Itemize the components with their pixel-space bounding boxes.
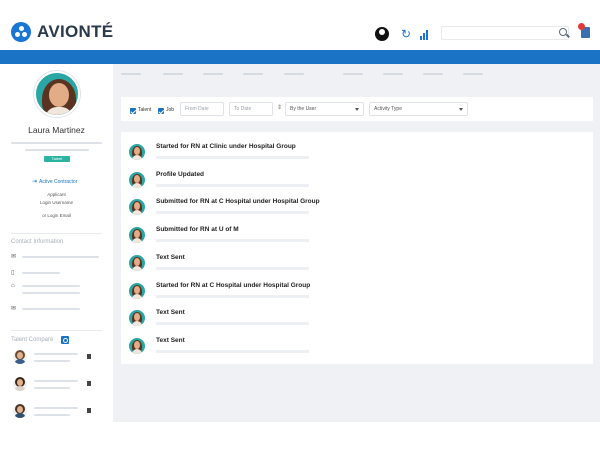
activity-title[interactable]: Submitted for RN at U of M: [156, 226, 239, 233]
page-footer: [113, 422, 600, 450]
compare-detail-placeholder: [34, 360, 70, 362]
job-checkbox[interactable]: [158, 108, 164, 114]
activity-title[interactable]: Text Sent: [156, 337, 185, 344]
document-icon[interactable]: [87, 381, 91, 386]
contact-value-placeholder: [22, 272, 60, 274]
compare-name-placeholder: [34, 407, 78, 409]
search-icon[interactable]: [559, 28, 567, 36]
applicant-label: Applicant: [47, 192, 66, 197]
activity-title[interactable]: Profile Updated: [156, 171, 204, 178]
contact-value-placeholder: [22, 292, 80, 294]
compare-name-placeholder: [34, 380, 78, 382]
tab-placeholder[interactable]: [383, 73, 403, 75]
contact-value-placeholder: [22, 256, 99, 258]
divider: [11, 330, 102, 331]
activity-avatar: [129, 338, 145, 354]
activity-detail-placeholder: [156, 322, 309, 325]
tab-placeholder[interactable]: [243, 73, 263, 75]
talent-badge: Talent: [44, 156, 70, 162]
compare-name-placeholder: [34, 353, 78, 355]
compare-avatar[interactable]: [13, 350, 27, 364]
compare-avatar[interactable]: [13, 377, 27, 391]
login-icon: ⇥: [32, 179, 38, 185]
stats-icon[interactable]: [420, 29, 434, 40]
to-date-placeholder: To Date: [234, 106, 252, 112]
compare-avatar[interactable]: [13, 404, 27, 418]
tab-placeholder[interactable]: [163, 73, 183, 75]
job-checkbox-label: Job: [166, 107, 175, 113]
brand-name: AVIONTÉ: [37, 22, 114, 41]
compare-detail-placeholder: [34, 414, 70, 416]
activity-detail-placeholder: [156, 156, 309, 159]
nav-bar: [0, 50, 600, 64]
activity-avatar: [129, 227, 145, 243]
activity-detail-placeholder: [156, 239, 309, 242]
active-contractor-status[interactable]: ⇥ Active Contractor: [32, 179, 77, 185]
activity-avatar: [129, 199, 145, 215]
activity-avatar: [129, 144, 145, 160]
activity-title[interactable]: Started for RN at C Hospital under Hospi…: [156, 282, 310, 289]
user-select-value: By the User: [290, 106, 317, 112]
profile-avatar: [34, 71, 80, 117]
notification-badge: [578, 23, 585, 30]
refresh-icon[interactable]: ↻: [399, 27, 413, 41]
tab-placeholder[interactable]: [284, 73, 304, 75]
compare-detail-placeholder: [34, 387, 70, 389]
activity-detail-placeholder: [156, 350, 309, 353]
chevron-down-icon: [459, 108, 463, 111]
tab-placeholder[interactable]: [203, 73, 223, 75]
tab-placeholder[interactable]: [121, 73, 141, 75]
activity-title[interactable]: Text Sent: [156, 254, 185, 261]
activity-title[interactable]: Started for RN at Clinic under Hospital …: [156, 143, 296, 150]
divider: [11, 233, 102, 234]
activity-type-value: Activity Type: [374, 106, 402, 112]
from-date-placeholder: From Date: [185, 106, 209, 112]
activity-detail-placeholder: [156, 295, 309, 298]
message-icon[interactable]: ✉: [11, 306, 16, 312]
home-icon[interactable]: ⌂: [11, 283, 15, 289]
login-username-label: Login Username: [39, 200, 74, 205]
tab-placeholder[interactable]: [343, 73, 363, 75]
activity-avatar: [129, 283, 145, 299]
profile-name: Laura Martinez: [28, 125, 85, 135]
contact-information-title: Contact Information: [11, 239, 64, 245]
talent-compare-title: Talent Compare: [11, 337, 54, 343]
sort-icon[interactable]: ⇕: [277, 105, 282, 111]
activity-avatar: [129, 172, 145, 188]
activity-title[interactable]: Submitted for RN at C Hospital under Hos…: [156, 198, 320, 205]
contact-value-placeholder: [22, 285, 80, 287]
login-email-label: or Login Email: [42, 213, 71, 218]
activity-title[interactable]: Text Sent: [156, 309, 185, 316]
from-date-input[interactable]: From Date: [180, 102, 224, 116]
profile-detail-placeholder: [25, 149, 89, 151]
activity-detail-placeholder: [156, 184, 309, 187]
app-header: AVIONTÉ ↻: [0, 0, 600, 50]
phone-icon[interactable]: ▯: [11, 270, 14, 276]
talent-checkbox[interactable]: [130, 108, 136, 114]
user-icon[interactable]: [375, 27, 389, 41]
user-select[interactable]: By the User: [285, 102, 364, 116]
document-icon[interactable]: [87, 408, 91, 413]
avionte-logo-icon: [11, 22, 31, 42]
activity-detail-placeholder: [156, 211, 309, 214]
activity-list: [121, 132, 593, 364]
to-date-input[interactable]: To Date: [229, 102, 273, 116]
tab-placeholder[interactable]: [423, 73, 443, 75]
activity-avatar: [129, 310, 145, 326]
status-label: Active Contractor: [39, 179, 78, 185]
activity-type-select[interactable]: Activity Type: [369, 102, 468, 116]
compare-search-icon[interactable]: [61, 336, 69, 344]
chevron-down-icon: [355, 108, 359, 111]
document-icon[interactable]: [87, 354, 91, 359]
activity-avatar: [129, 255, 145, 271]
brand-logo[interactable]: AVIONTÉ: [11, 22, 113, 42]
tab-placeholder[interactable]: [463, 73, 483, 75]
search-input[interactable]: [441, 26, 569, 40]
mail-icon[interactable]: ✉: [11, 254, 16, 260]
talent-checkbox-label: Talent: [138, 107, 152, 113]
profile-detail-placeholder: [11, 142, 102, 144]
activity-detail-placeholder: [156, 267, 309, 270]
contact-value-placeholder: [22, 308, 80, 310]
